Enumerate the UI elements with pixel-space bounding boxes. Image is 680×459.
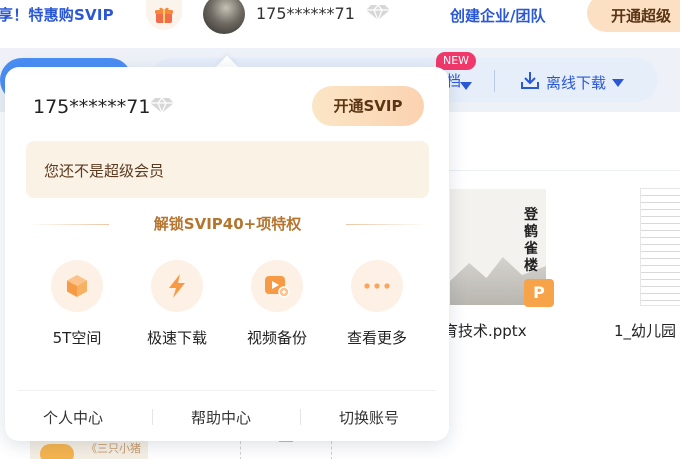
feature-view-more[interactable]: 查看更多 bbox=[327, 260, 427, 348]
toolbar-divider bbox=[494, 70, 495, 92]
footer-divider bbox=[300, 409, 301, 425]
gift-icon[interactable] bbox=[146, 0, 182, 30]
thumbnail-text: 《三只小猪 bbox=[86, 442, 141, 455]
feature-label: 查看更多 bbox=[346, 329, 407, 347]
popup-divider bbox=[18, 390, 436, 391]
top-bar: 享！特惠购SVIP 175******71 创建企业/团队 开通超级 bbox=[0, 0, 680, 48]
feature-label: 视频备份 bbox=[246, 329, 307, 347]
diamond-icon bbox=[365, 3, 391, 25]
feature-label: 极速下载 bbox=[146, 329, 207, 347]
diamond-icon bbox=[149, 96, 175, 118]
footer-divider bbox=[152, 409, 153, 425]
ppt-badge-icon: P bbox=[524, 279, 554, 307]
offline-download-button[interactable]: 离线下载 bbox=[520, 70, 625, 94]
unlock-privileges-heading: 解锁SVIP40+项特权 bbox=[26, 213, 429, 237]
popup-footer: 个人中心 帮助中心 切换账号 bbox=[5, 403, 449, 433]
personal-center-link[interactable]: 个人中心 bbox=[43, 407, 103, 428]
open-svip-top-button[interactable]: 开通超级 bbox=[587, 0, 680, 32]
user-avatar[interactable] bbox=[203, 0, 245, 34]
offline-download-label: 离线下载 bbox=[546, 73, 607, 92]
thumbnail-calligraphy: 登鹤雀楼 bbox=[524, 207, 538, 274]
file-name[interactable]: 育技术.pptx bbox=[443, 320, 527, 341]
switch-account-link[interactable]: 切换账号 bbox=[339, 407, 399, 428]
download-icon bbox=[520, 70, 540, 94]
top-username[interactable]: 175******71 bbox=[256, 4, 355, 23]
more-dots-icon bbox=[351, 260, 403, 312]
caret-down-icon[interactable] bbox=[460, 75, 472, 94]
lightning-icon bbox=[151, 260, 203, 312]
account-popup: 175******71 开通SVIP 您还不是超级会员 解锁SVIP40+项特权… bbox=[5, 67, 449, 441]
feature-video-backup[interactable]: 视频备份 bbox=[227, 260, 327, 348]
feature-list: 5T空间 极速下载 视频备份 查看更多 bbox=[27, 260, 429, 352]
caret-down-icon bbox=[612, 73, 625, 91]
cube-icon bbox=[51, 260, 103, 312]
feature-5t-space[interactable]: 5T空间 bbox=[27, 260, 127, 348]
new-badge: NEW bbox=[436, 52, 476, 70]
open-svip-button[interactable]: 开通SVIP bbox=[312, 86, 424, 126]
video-backup-icon bbox=[251, 260, 303, 312]
feature-label: 5T空间 bbox=[52, 329, 102, 347]
membership-status: 您还不是超级会员 bbox=[26, 141, 429, 198]
file-thumbnail-doc[interactable] bbox=[640, 188, 680, 306]
create-org-link[interactable]: 创建企业/团队 bbox=[450, 5, 545, 26]
header-divider bbox=[440, 170, 680, 171]
feature-fast-download[interactable]: 极速下载 bbox=[127, 260, 227, 348]
help-center-link[interactable]: 帮助中心 bbox=[191, 407, 251, 428]
file-name[interactable]: 1_幼儿园 bbox=[614, 320, 676, 341]
svip-promo-link[interactable]: 享！特惠购SVIP bbox=[0, 4, 114, 25]
popup-username: 175******71 bbox=[33, 96, 151, 118]
